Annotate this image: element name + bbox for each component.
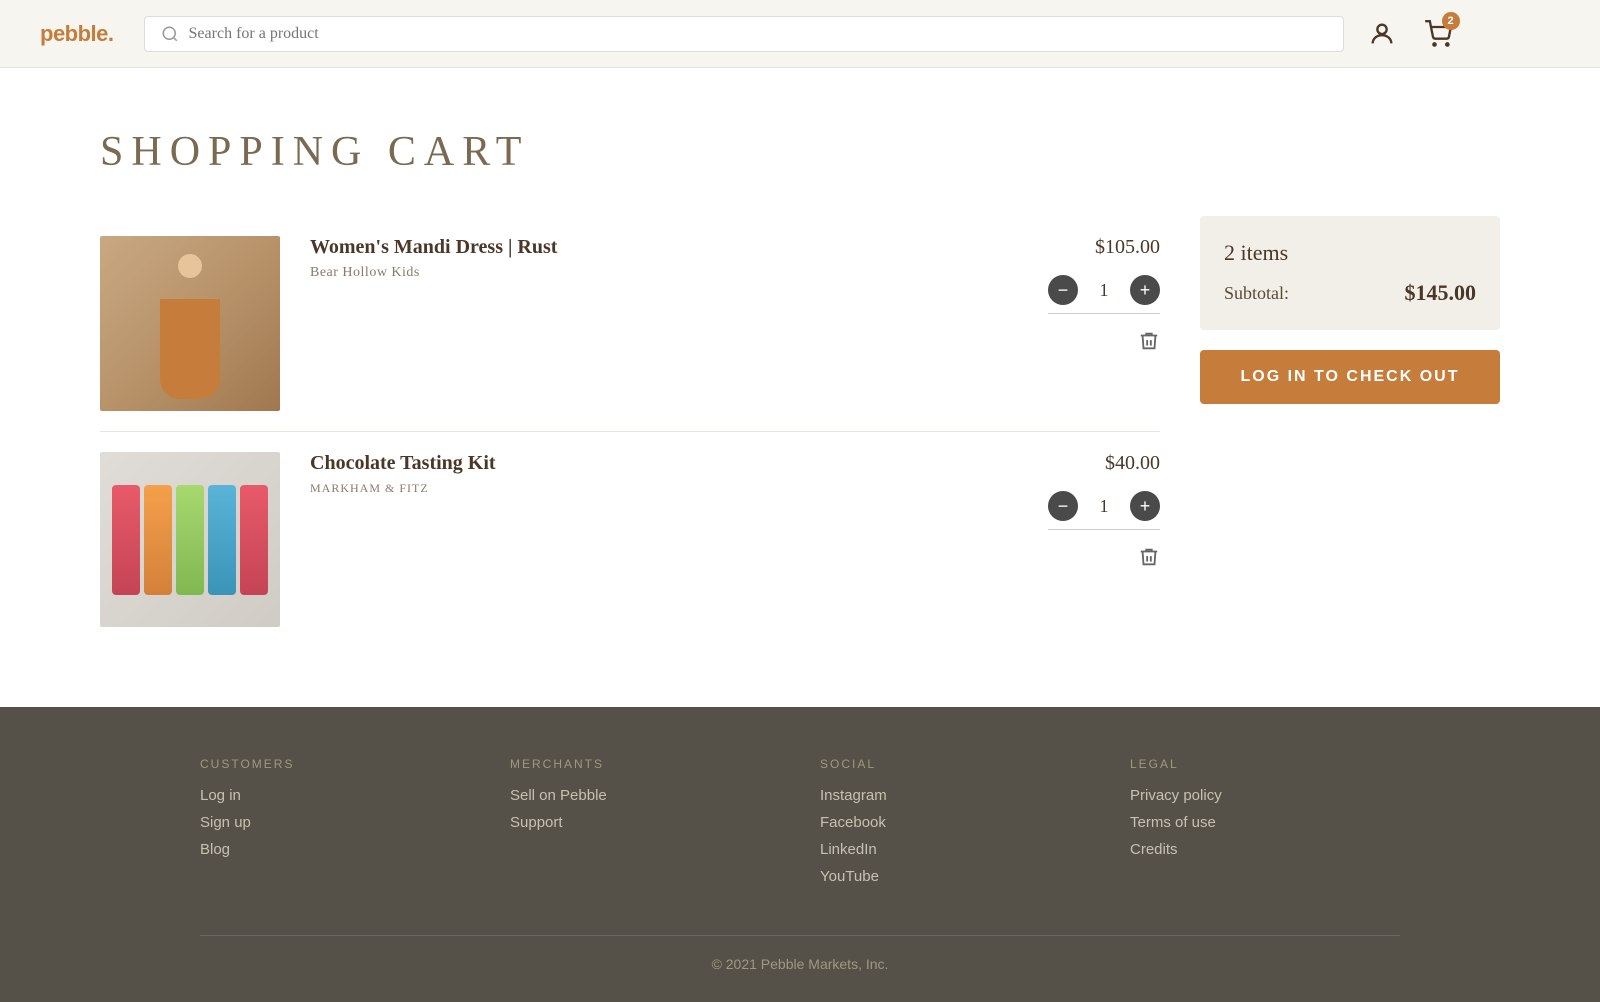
search-icon xyxy=(161,25,179,43)
quantity-increase-button[interactable]: + xyxy=(1130,491,1160,521)
footer-link-facebook[interactable]: Facebook xyxy=(820,814,1090,831)
product-vendor: MARKHAM & FITZ xyxy=(310,481,1010,496)
cart-item: Women's Mandi Dress | Rust Bear Hollow K… xyxy=(100,216,1160,432)
footer: CUSTOMERS Log in Sign up Blog MERCHANTS … xyxy=(0,707,1600,1002)
footer-link-sell[interactable]: Sell on Pebble xyxy=(510,787,780,804)
product-vendor: Bear Hollow Kids xyxy=(310,265,1010,281)
quantity-decrease-button[interactable]: − xyxy=(1048,275,1078,305)
main-content: SHOPPING CART Women's Mandi Dress | Rust… xyxy=(0,68,1600,707)
dress-body xyxy=(160,299,220,399)
choc-box-1 xyxy=(112,485,140,595)
product-info: Women's Mandi Dress | Rust Bear Hollow K… xyxy=(310,236,1010,281)
product-price: $105.00 xyxy=(1095,236,1160,259)
footer-copyright: © 2021 Pebble Markets, Inc. xyxy=(200,935,1400,972)
footer-col-title: MERCHANTS xyxy=(510,757,780,771)
cart-badge: 2 xyxy=(1442,12,1460,30)
footer-link-linkedin[interactable]: LinkedIn xyxy=(820,841,1090,858)
dress-head xyxy=(178,254,202,278)
footer-col-title: SOCIAL xyxy=(820,757,1090,771)
cart-wrapper: 2 xyxy=(1420,16,1456,52)
search-bar[interactable] xyxy=(144,16,1344,52)
footer-link-signup[interactable]: Sign up xyxy=(200,814,470,831)
search-input[interactable] xyxy=(189,25,1327,43)
footer-col-title: LEGAL xyxy=(1130,757,1400,771)
footer-col-customers: CUSTOMERS Log in Sign up Blog xyxy=(200,757,470,895)
footer-link-terms[interactable]: Terms of use xyxy=(1130,814,1400,831)
footer-link-support[interactable]: Support xyxy=(510,814,780,831)
footer-link-youtube[interactable]: YouTube xyxy=(820,868,1090,885)
summary-amount: $145.00 xyxy=(1405,280,1477,306)
quantity-increase-button[interactable]: + xyxy=(1130,275,1160,305)
delete-item-button[interactable] xyxy=(1138,330,1160,357)
summary-subtotal-row: Subtotal: $145.00 xyxy=(1224,280,1476,306)
product-controls: $105.00 − 1 + xyxy=(1040,236,1160,357)
account-icon xyxy=(1368,20,1396,48)
footer-grid: CUSTOMERS Log in Sign up Blog MERCHANTS … xyxy=(200,757,1400,895)
product-name: Women's Mandi Dress | Rust xyxy=(310,236,1010,259)
footer-col-social: SOCIAL Instagram Facebook LinkedIn YouTu… xyxy=(820,757,1090,895)
order-summary: 2 items Subtotal: $145.00 LOG IN TO CHEC… xyxy=(1200,216,1500,404)
product-controls: $40.00 − 1 + xyxy=(1040,452,1160,573)
choc-box-2 xyxy=(144,485,172,595)
cart-layout: Women's Mandi Dress | Rust Bear Hollow K… xyxy=(100,216,1500,647)
page-title: SHOPPING CART xyxy=(100,128,1500,176)
header-actions: 2 xyxy=(1364,16,1456,52)
quantity-decrease-button[interactable]: − xyxy=(1048,491,1078,521)
choc-box-5 xyxy=(240,485,268,595)
quantity-control: − 1 + xyxy=(1048,275,1160,314)
product-price: $40.00 xyxy=(1105,452,1160,475)
dress-figure xyxy=(145,249,235,399)
product-image-choc xyxy=(100,452,280,627)
quantity-control: − 1 + xyxy=(1048,491,1160,530)
logo[interactable]: pebble. xyxy=(40,21,114,47)
footer-link-login[interactable]: Log in xyxy=(200,787,470,804)
footer-col-title: CUSTOMERS xyxy=(200,757,470,771)
cart-items: Women's Mandi Dress | Rust Bear Hollow K… xyxy=(100,216,1160,647)
checkout-button[interactable]: LOG IN TO CHECK OUT xyxy=(1200,350,1500,404)
cart-item: Chocolate Tasting Kit MARKHAM & FITZ $40… xyxy=(100,432,1160,647)
footer-col-legal: LEGAL Privacy policy Terms of use Credit… xyxy=(1130,757,1400,895)
footer-link-credits[interactable]: Credits xyxy=(1130,841,1400,858)
product-info: Chocolate Tasting Kit MARKHAM & FITZ xyxy=(310,452,1010,496)
copyright-text: © 2021 Pebble Markets, Inc. xyxy=(712,956,889,972)
choc-box-3 xyxy=(176,485,204,595)
trash-icon xyxy=(1138,546,1160,568)
product-image-dress xyxy=(100,236,280,411)
summary-box: 2 items Subtotal: $145.00 xyxy=(1200,216,1500,330)
product-name: Chocolate Tasting Kit xyxy=(310,452,1010,475)
footer-link-privacy[interactable]: Privacy policy xyxy=(1130,787,1400,804)
trash-icon xyxy=(1138,330,1160,352)
account-button[interactable] xyxy=(1364,16,1400,52)
summary-label: Subtotal: xyxy=(1224,283,1289,304)
delete-item-button[interactable] xyxy=(1138,546,1160,573)
quantity-value: 1 xyxy=(1094,280,1114,301)
quantity-value: 1 xyxy=(1094,496,1114,517)
header: pebble. 2 xyxy=(0,0,1600,68)
footer-link-blog[interactable]: Blog xyxy=(200,841,470,858)
footer-col-merchants: MERCHANTS Sell on Pebble Support xyxy=(510,757,780,895)
choc-box-4 xyxy=(208,485,236,595)
summary-items-count: 2 items xyxy=(1224,240,1476,266)
footer-link-instagram[interactable]: Instagram xyxy=(820,787,1090,804)
